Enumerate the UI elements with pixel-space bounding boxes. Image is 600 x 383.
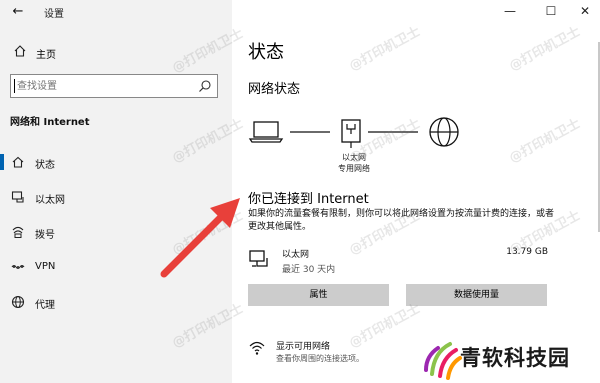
page-title: 状态: [248, 42, 284, 63]
selection-indicator: [0, 154, 4, 170]
minimize-button[interactable]: —: [500, 2, 520, 20]
watermark: @打印机卫士: [506, 116, 583, 167]
logo-text: 青软科技园: [460, 346, 570, 370]
data-usage-button[interactable]: 数据使用量: [406, 284, 547, 306]
sidebar-item-label: 拨号: [35, 230, 55, 241]
maximize-button[interactable]: ☐: [541, 2, 561, 20]
sidebar-item-label: 代理: [35, 300, 55, 311]
search-input[interactable]: [17, 77, 193, 95]
internet-globe-icon: [429, 117, 459, 147]
dialup-icon: [12, 226, 24, 238]
sidebar-item-label: 以太网: [35, 195, 65, 206]
ethernet-icon: [249, 250, 268, 267]
sidebar-item-label: VPN: [35, 261, 56, 272]
globe-icon: [11, 295, 25, 309]
text-caret: [14, 79, 15, 93]
available-networks-subtitle: 查看你周围的连接选项。: [276, 354, 364, 363]
app-title: 设置: [44, 9, 64, 20]
network-period: 最近 30 天内: [282, 265, 336, 275]
sidebar-item-label: 状态: [35, 160, 55, 171]
annotation-arrow: [160, 198, 240, 278]
watermark: @打印机卫士: [346, 24, 423, 75]
network-status-heading: 网络状态: [248, 82, 301, 97]
home-icon: [14, 45, 26, 57]
laptop-icon: [248, 121, 284, 143]
available-networks-icon: [249, 341, 265, 355]
back-arrow-icon[interactable]: ←: [10, 4, 26, 20]
available-networks-title: 显示可用网络: [276, 342, 331, 352]
home-label: 主页: [36, 50, 56, 61]
network-name: 以太网: [282, 250, 310, 260]
ethernet-icon: [11, 191, 24, 203]
titlebar-left: ← 设置: [0, 0, 232, 24]
home-signal-icon: [12, 156, 24, 168]
connected-heading: 你已连接到 Internet: [248, 192, 369, 207]
network-usage-row: 以太网 最近 30 天内 13.79 GB: [248, 244, 548, 276]
watermark: @打印机卫士: [506, 24, 583, 75]
vpn-icon: [11, 264, 25, 270]
sidebar-item-proxy[interactable]: 代理: [0, 286, 232, 318]
search-icon[interactable]: [198, 79, 212, 93]
close-button[interactable]: ✕: [575, 2, 595, 20]
section-heading: 网络和 Internet: [10, 117, 90, 128]
search-box[interactable]: [10, 74, 218, 98]
properties-button[interactable]: 属性: [248, 284, 389, 306]
